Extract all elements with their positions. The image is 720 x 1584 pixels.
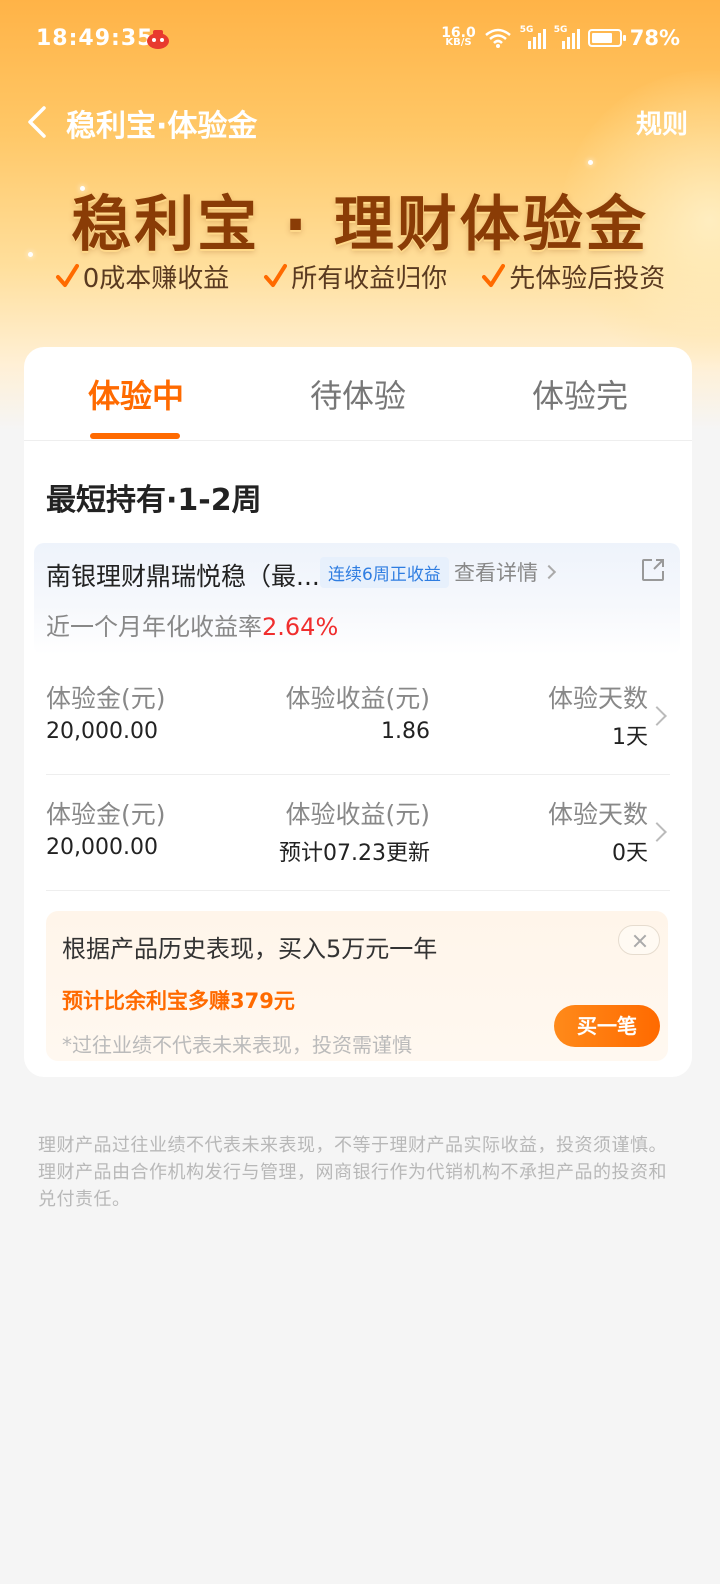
check-icon [55,263,79,287]
feature-item: 所有收益归你 [263,258,447,295]
view-details-label: 查看详情 [454,561,538,585]
rate-row: 近一个月年化收益率2.64% [46,607,338,642]
feature-label: 0成本赚收益 [82,264,230,294]
experience-row[interactable]: 体验金(元) 20,000.00 体验收益(元) 预计07.23更新 体验天数 … [46,775,670,891]
earnings-value: 1.86 [381,719,430,744]
check-icon [482,263,506,287]
rules-link[interactable]: 规则 [636,104,688,141]
tab-in-progress[interactable]: 体验中 [24,371,248,417]
days-label: 体验天数 [547,684,648,713]
fund-value: 20,000.00 [46,719,158,744]
days-value: 1天 [612,725,648,750]
share-icon[interactable] [640,557,666,583]
signal-label: 5G [519,25,534,35]
cellular-signal-icon: 5G [519,25,546,49]
feature-item: 先体验后投资 [481,258,665,295]
chevron-right-icon [647,822,667,842]
check-icon [264,263,288,287]
days-label: 体验天数 [547,800,648,829]
fund-value: 20,000.00 [46,835,158,860]
product-summary[interactable]: 南银理财鼎瑞悦稳（最... 连续6周正收益 查看详情 近一个月年化收益率2.64… [34,543,680,655]
status-bar: 18:49:35 16.0 KB/S 5G 5G 78% [0,0,720,80]
product-badge: 连续6周正收益 [320,557,449,588]
tab-bar: 体验中 待体验 体验完 [24,347,692,441]
chevron-right-icon [647,706,667,726]
fund-label: 体验金(元) [46,800,166,829]
signal-label: 5G [553,25,568,35]
hero-title: 稳利宝 · 理财体验金 [71,190,649,260]
earnings-label: 体验收益(元) [285,684,430,713]
rate-label: 近一个月年化收益率 [46,613,262,641]
net-speed-unit: KB/S [445,37,472,48]
wifi-icon [484,28,511,48]
tab-completed[interactable]: 体验完 [468,371,692,417]
buy-button[interactable]: 买一笔 [554,1005,660,1047]
tab-indicator [90,433,180,439]
earnings-label: 体验收益(元) [285,800,430,829]
product-name: 南银理财鼎瑞悦稳（最... [46,562,320,591]
fund-label: 体验金(元) [46,684,166,713]
earnings-value: 预计07.23更新 [279,841,430,866]
page-title: 稳利宝·体验金 [66,109,258,144]
tab-pending[interactable]: 待体验 [246,371,470,417]
promo-note: *过往业绩不代表未来表现，投资需谨慎 [62,1033,412,1057]
promo-text: 根据产品历史表现，买入5万元一年 [62,935,438,963]
page: 18:49:35 16.0 KB/S 5G 5G 78% 稳利宝·体验金 规则 … [0,0,720,1584]
hero-features: 0成本赚收益 所有收益归你 先体验后投资 [0,258,720,295]
sparkle-decoration [588,160,593,165]
feature-item: 0成本赚收益 [55,258,230,295]
battery-percent: 78% [629,26,680,50]
net-speed: 16.0 KB/S [441,26,476,48]
section-title: 最短持有·1-2周 [46,483,262,518]
feature-label: 所有收益归你 [291,264,448,294]
status-time: 18:49:35 [36,26,154,51]
cellular-signal-icon: 5G [553,25,580,49]
back-arrow-icon[interactable] [22,102,58,142]
app-notification-icon [147,30,169,49]
days-value: 0天 [612,841,648,866]
promo-banner: 根据产品历史表现，买入5万元一年 预计比余利宝多赚379元 *过往业绩不代表未来… [46,911,668,1061]
close-icon[interactable] [618,925,660,955]
view-details-link[interactable]: 查看详情 [454,557,557,587]
battery-icon [587,29,626,47]
status-indicators: 16.0 KB/S 5G 5G 78% [441,25,680,50]
experience-row[interactable]: 体验金(元) 20,000.00 体验收益(元) 1.86 体验天数 1天 [46,659,670,775]
experience-card: 体验中 待体验 体验完 最短持有·1-2周 南银理财鼎瑞悦稳（最... 连续6周… [24,347,692,1077]
disclaimer: 理财产品过往业绩不代表未来表现，不等于理财产品实际收益，投资须谨慎。理财产品由合… [38,1135,667,1210]
feature-label: 先体验后投资 [509,264,666,294]
promo-highlight: 预计比余利宝多赚379元 [62,989,295,1013]
rate-value: 2.64% [262,613,339,641]
chevron-right-icon [541,564,557,580]
